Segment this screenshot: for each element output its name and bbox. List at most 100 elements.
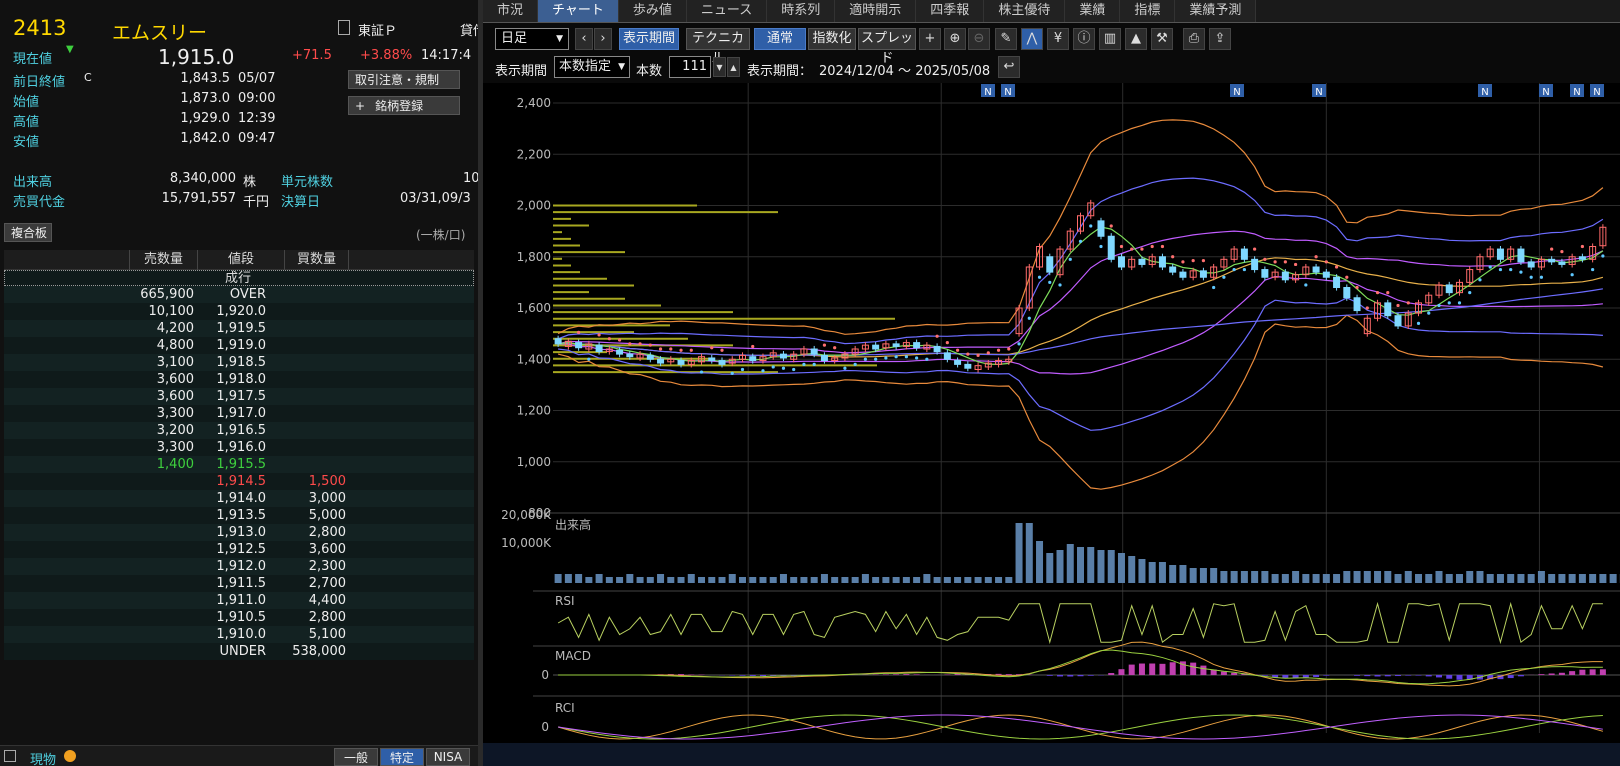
tab-9[interactable]: 指標 (1120, 0, 1176, 22)
sar-dot (730, 371, 734, 375)
trade-notice-button[interactable]: 取引注意・規制 (348, 70, 460, 89)
normal-button[interactable]: 通常 (754, 28, 806, 50)
orderbook-row[interactable]: 1,913.5 5,000 (4, 507, 474, 524)
orderbook-row[interactable]: 665,900 OVER (4, 286, 474, 303)
orderbook-row[interactable]: 1,912.5 3,600 (4, 541, 474, 558)
orderbook-row[interactable]: 1,910.0 5,100 (4, 626, 474, 643)
tab-2[interactable]: 歩み値 (618, 0, 687, 22)
index-button[interactable]: 指数化 (808, 28, 856, 50)
orderbook-row[interactable]: 10,100 1,920.0 (4, 303, 474, 320)
volume-bar (1056, 550, 1064, 583)
orderbook-row[interactable]: 3,600 1,918.0 (4, 371, 474, 388)
print-icon[interactable]: ⎙ (1183, 28, 1205, 50)
tab-4[interactable]: 時系列 (767, 0, 836, 22)
low-time: 09:47 (238, 131, 276, 146)
info-icon[interactable]: ⓘ (1073, 28, 1095, 50)
macd-histogram-bar (1128, 664, 1135, 675)
orderbook-row[interactable]: 1,911.0 4,400 (4, 592, 474, 609)
volume-bar (820, 574, 828, 583)
orderbook-row[interactable]: 4,800 1,919.0 (4, 337, 474, 354)
macd-histogram-bar (1456, 675, 1463, 680)
orderbook-row[interactable]: 1,913.0 2,800 (4, 524, 474, 541)
orderbook-row[interactable]: 3,300 1,916.0 (4, 439, 474, 456)
count-down-icon[interactable]: ▼ (713, 57, 726, 77)
zoom-out-icon[interactable]: ⊖ (968, 28, 990, 50)
prev-arrow-icon[interactable]: ‹ (575, 28, 593, 50)
tab-specific[interactable]: 特定 (380, 748, 424, 766)
technical-button[interactable]: テクニカル (686, 28, 750, 66)
reset-icon[interactable]: ↩ (998, 56, 1020, 78)
candle-settings-icon[interactable]: ▥ (1099, 28, 1121, 50)
tab-3[interactable]: ニュース (686, 0, 768, 22)
macd-histogram-bar (1302, 675, 1309, 678)
composite-board-button[interactable]: 複合板 (4, 223, 52, 242)
col-buy-qty: 買数量 (284, 250, 349, 270)
period-select[interactable]: 日足 ▼ (495, 28, 569, 50)
next-arrow-icon[interactable]: › (594, 28, 612, 50)
candle-body (1281, 271, 1289, 281)
sar-dot (1580, 244, 1584, 249)
chart-area[interactable]: 2,400 2,200 2,000 1,800 1,600 1,400 1,200 1,000… (483, 83, 1620, 766)
turnover-value: 15,791,557 (161, 191, 236, 206)
candle-body (954, 360, 962, 365)
macd-histogram-bar (1118, 669, 1125, 675)
export-icon[interactable]: ⇪ (1209, 28, 1231, 50)
orderbook-row[interactable]: UNDER 538,000 (4, 643, 474, 660)
orderbook-row[interactable]: 3,200 1,916.5 (4, 422, 474, 439)
orderbook-row[interactable]: 1,914.5 1,500 (4, 473, 474, 490)
tab-10[interactable]: 業績予測 (1175, 0, 1257, 22)
crosshair-icon[interactable]: + (919, 28, 941, 50)
register-stock-button[interactable]: + 銘柄登録 (348, 96, 460, 115)
macd-histogram-bar (1323, 675, 1330, 676)
tab-1[interactable]: チャート (538, 0, 619, 22)
market-order-row[interactable]: 成行 (4, 270, 474, 286)
tab-nisa[interactable]: NISA (426, 748, 470, 766)
zoom-in-icon[interactable]: ⊕ (944, 28, 966, 50)
tab-6[interactable]: 四季報 (916, 0, 985, 22)
orderbook-row[interactable]: 3,600 1,917.5 (4, 388, 474, 405)
volume-bar (1384, 571, 1392, 583)
tab-general[interactable]: 一般 (334, 748, 378, 766)
orderbook-row[interactable]: 3,100 1,918.5 (4, 354, 474, 371)
high-time: 12:39 (238, 111, 276, 126)
open-time: 09:00 (238, 91, 276, 106)
macd-histogram-bar (1538, 674, 1545, 675)
trend-icon[interactable]: ⋀ (1021, 28, 1043, 50)
orderbook-row[interactable]: 1,911.5 2,700 (4, 575, 474, 592)
sar-dot (904, 355, 908, 359)
sar-dot (1222, 275, 1226, 279)
sar-dot (781, 366, 786, 370)
display-period-button[interactable]: 表示期間 (619, 28, 679, 50)
document-icon[interactable] (338, 20, 350, 35)
yen-icon[interactable]: ¥ (1047, 28, 1069, 50)
area-chart-icon[interactable]: ▲ (1125, 28, 1147, 50)
price: 1,910.0 (216, 627, 266, 642)
period-mode-select[interactable]: 本数指定 ▼ (554, 56, 630, 78)
pencil-icon[interactable]: ✎ (995, 28, 1017, 50)
tab-5[interactable]: 適時開示 (835, 0, 917, 22)
sar-dot (617, 338, 622, 342)
tab-7[interactable]: 株主優待 (984, 0, 1066, 22)
sar-dot (1242, 267, 1246, 272)
orderbook-row[interactable]: 1,912.0 2,300 (4, 558, 474, 575)
orderbook-row[interactable]: 4,200 1,919.5 (4, 320, 474, 337)
alert-icon (64, 750, 76, 762)
orderbook-row[interactable]: 1,400 1,915.5 (4, 456, 474, 473)
stock-code: 2413 (13, 16, 67, 40)
tab-0[interactable]: 市況 (483, 0, 539, 22)
tab-8[interactable]: 業績 (1065, 0, 1121, 22)
candle-body (1138, 258, 1146, 265)
sar-dot (996, 348, 1001, 352)
window-icon[interactable] (4, 750, 16, 762)
spread-button[interactable]: スプレッド (858, 28, 916, 66)
volume-bar (1517, 574, 1525, 583)
volume-panel-label: 出来高 (555, 517, 591, 532)
orderbook-row[interactable]: 1,910.5 2,800 (4, 609, 474, 626)
sar-dot (689, 348, 693, 352)
sar-dot (1181, 260, 1185, 264)
count-input[interactable]: 111 (669, 56, 711, 78)
wrench-icon[interactable]: ⚒ (1151, 28, 1173, 50)
orderbook-row[interactable]: 1,914.0 3,000 (4, 490, 474, 507)
orderbook-row[interactable]: 3,300 1,917.0 (4, 405, 474, 422)
count-up-icon[interactable]: ▲ (727, 57, 740, 77)
